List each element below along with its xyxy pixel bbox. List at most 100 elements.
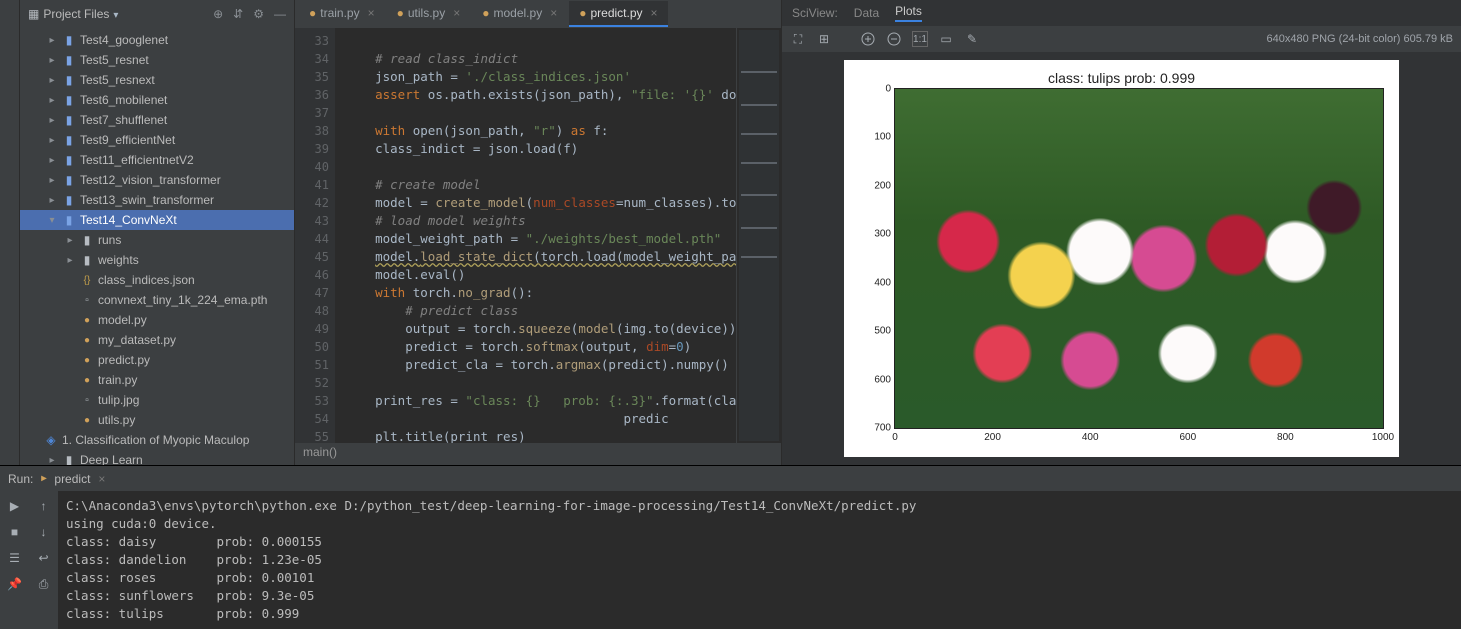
locate-icon[interactable]: ⊕ <box>213 7 223 21</box>
tree-item[interactable]: ▸▮Deep Learn <box>20 450 294 465</box>
tree-item[interactable]: ▸▮Test9_efficientNet <box>20 130 294 150</box>
code-minimap[interactable]: ! <box>736 28 781 443</box>
color-picker-icon[interactable]: ✎ <box>964 31 980 47</box>
line-number[interactable]: 33 <box>295 32 329 50</box>
tree-item[interactable]: ▸▮Test4_googlenet <box>20 30 294 50</box>
line-number[interactable]: 36 <box>295 86 329 104</box>
run-console[interactable]: C:\Anaconda3\envs\pytorch\python.exe D:/… <box>58 491 1461 629</box>
run-button[interactable]: ▶ <box>6 497 24 515</box>
tree-item[interactable]: ▸▮runs <box>20 230 294 250</box>
line-number[interactable]: 39 <box>295 140 329 158</box>
hide-icon[interactable]: — <box>274 7 286 21</box>
chevron-icon[interactable]: ▸ <box>46 175 58 186</box>
tree-item[interactable]: ▸▮Test11_efficientnetV2 <box>20 150 294 170</box>
tab-plots[interactable]: Plots <box>895 4 922 22</box>
line-gutter[interactable]: 3334353637383940414243444546474849505152… <box>295 28 335 443</box>
tree-item[interactable]: ▫convnext_tiny_1k_224_ema.pth <box>20 290 294 310</box>
line-number[interactable]: 44 <box>295 230 329 248</box>
line-number[interactable]: 48 <box>295 302 329 320</box>
tree-item[interactable]: ▾▮Test14_ConvNeXt <box>20 210 294 230</box>
line-number[interactable]: 54 <box>295 410 329 428</box>
chevron-icon[interactable]: ▸ <box>46 75 58 86</box>
chevron-icon[interactable]: ▸ <box>46 135 58 146</box>
editor-tab[interactable]: ●predict.py× <box>569 1 667 27</box>
rect-icon[interactable]: ▭ <box>938 31 954 47</box>
left-tool-strip[interactable] <box>0 0 20 465</box>
line-number[interactable]: 47 <box>295 284 329 302</box>
editor-tab[interactable]: ●train.py× <box>299 1 385 27</box>
tab-data[interactable]: Data <box>854 6 879 20</box>
zoom-out-icon[interactable] <box>886 31 902 47</box>
plot-figure[interactable]: class: tulips prob: 0.999 01002003004005… <box>844 60 1399 457</box>
run-config-name[interactable]: predict <box>54 472 90 486</box>
tree-item[interactable]: ●my_dataset.py <box>20 330 294 350</box>
up-icon[interactable]: ↑ <box>35 497 53 515</box>
chevron-icon[interactable]: ▸ <box>46 95 58 106</box>
close-tab-icon[interactable]: × <box>98 472 105 486</box>
layout-icon[interactable]: ☰ <box>6 549 24 567</box>
close-icon[interactable]: × <box>453 6 460 20</box>
line-number[interactable]: 53 <box>295 392 329 410</box>
breadcrumb[interactable]: main() <box>295 443 781 465</box>
line-number[interactable]: 52 <box>295 374 329 392</box>
tree-item[interactable]: {}class_indices.json <box>20 270 294 290</box>
line-number[interactable]: 45 <box>295 248 329 266</box>
down-icon[interactable]: ↓ <box>35 523 53 541</box>
line-number[interactable]: 35 <box>295 68 329 86</box>
line-number[interactable]: 51 <box>295 356 329 374</box>
tree-item[interactable]: ▸▮Test6_mobilenet <box>20 90 294 110</box>
chevron-icon[interactable]: ▸ <box>46 195 58 206</box>
line-number[interactable]: 40 <box>295 158 329 176</box>
sidebar-title[interactable]: Project Files <box>43 7 109 21</box>
tree-item[interactable]: ▸▮Test5_resnext <box>20 70 294 90</box>
tree-item[interactable]: ▸▮Test7_shufflenet <box>20 110 294 130</box>
code-content[interactable]: # read class_indict json_path = './class… <box>335 28 736 443</box>
line-number[interactable]: 50 <box>295 338 329 356</box>
editor-tab[interactable]: ●model.py× <box>472 1 567 27</box>
print-icon[interactable]: ⎙ <box>35 575 53 593</box>
close-icon[interactable]: × <box>550 6 557 20</box>
chevron-icon[interactable]: ▸ <box>46 35 58 46</box>
line-number[interactable]: 42 <box>295 194 329 212</box>
tree-item[interactable]: ▸▮weights <box>20 250 294 270</box>
chevron-icon[interactable]: ▸ <box>46 155 58 166</box>
chevron-icon[interactable]: ▸ <box>64 235 76 246</box>
line-number[interactable]: 34 <box>295 50 329 68</box>
editor-tab[interactable]: ●utils.py× <box>387 1 471 27</box>
project-tree[interactable]: ▸▮Test4_googlenet▸▮Test5_resnet▸▮Test5_r… <box>20 28 294 465</box>
chevron-icon[interactable]: ▾ <box>46 215 58 226</box>
gear-icon[interactable]: ⚙ <box>253 7 264 21</box>
grid-icon[interactable]: ⊞ <box>816 31 832 47</box>
tree-item[interactable]: ●predict.py <box>20 350 294 370</box>
line-number[interactable]: 37 <box>295 104 329 122</box>
close-icon[interactable]: × <box>368 6 375 20</box>
chevron-icon[interactable]: ▸ <box>46 455 58 466</box>
line-number[interactable]: 43 <box>295 212 329 230</box>
tree-item[interactable]: ●utils.py <box>20 410 294 430</box>
line-number[interactable]: 46 <box>295 266 329 284</box>
tree-item[interactable]: ●train.py <box>20 370 294 390</box>
stop-button[interactable]: ■ <box>6 523 24 541</box>
tree-item[interactable]: ▸▮Test12_vision_transformer <box>20 170 294 190</box>
line-number[interactable]: 41 <box>295 176 329 194</box>
line-number[interactable]: 38 <box>295 122 329 140</box>
tree-item[interactable]: ▫tulip.jpg <box>20 390 294 410</box>
chevron-icon[interactable]: ▸ <box>46 115 58 126</box>
pin-icon[interactable]: 📌 <box>6 575 24 593</box>
tree-item[interactable]: ▸▮Test5_resnet <box>20 50 294 70</box>
zoom-in-icon[interactable] <box>860 31 876 47</box>
dropdown-icon[interactable] <box>113 7 118 21</box>
line-number[interactable]: 49 <box>295 320 329 338</box>
wrap-icon[interactable]: ↩ <box>35 549 53 567</box>
chevron-icon[interactable]: ▸ <box>64 255 76 266</box>
tree-item-label: Test13_swin_transformer <box>80 193 214 207</box>
zoom-ratio[interactable]: 1:1 <box>912 31 928 47</box>
tree-item[interactable]: ●model.py <box>20 310 294 330</box>
tree-item[interactable]: ◈1. Classification of Myopic Maculop <box>20 430 294 450</box>
expand-icon[interactable]: ⇵ <box>233 7 243 21</box>
close-icon[interactable]: × <box>651 6 658 20</box>
chevron-icon[interactable]: ▸ <box>46 55 58 66</box>
line-number[interactable]: 55 <box>295 428 329 443</box>
fit-icon[interactable]: ⛶ <box>790 31 806 47</box>
tree-item[interactable]: ▸▮Test13_swin_transformer <box>20 190 294 210</box>
